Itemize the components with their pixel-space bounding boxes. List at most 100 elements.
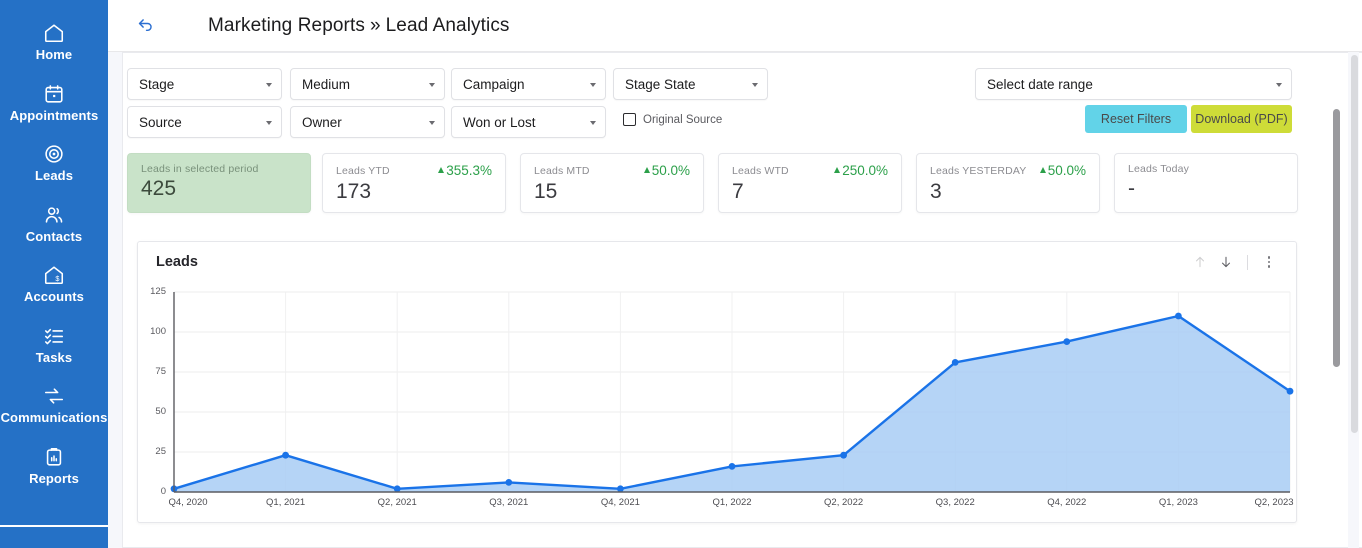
people-icon xyxy=(43,204,65,226)
x-axis-tick: Q2, 2023 xyxy=(1254,497,1294,508)
chevron-down-icon xyxy=(1276,82,1282,87)
kpi-delta-value: 50.0% xyxy=(651,163,690,178)
kpi-value: 173 xyxy=(336,180,372,203)
filter-label: Owner xyxy=(302,114,342,130)
kpi-value: 425 xyxy=(141,177,177,200)
filter-campaign[interactable]: Campaign xyxy=(451,68,606,100)
x-axis-tick: Q3, 2022 xyxy=(935,497,975,508)
arrow-up-icon xyxy=(1039,166,1046,173)
filter-label: Stage State xyxy=(625,76,696,92)
kpi-label: Leads MTD xyxy=(534,164,590,177)
y-axis-tick: 50 xyxy=(155,406,166,417)
chevron-down-icon xyxy=(266,120,272,125)
sidebar-item-appointments[interactable]: Appointments xyxy=(0,73,108,134)
sidebar-item-communications[interactable]: Communications xyxy=(0,375,108,436)
sidebar-item-label: Leads xyxy=(34,168,74,184)
breadcrumb: Marketing Reports» Lead Analytics xyxy=(208,15,510,37)
x-axis-tick: Q4, 2022 xyxy=(1047,497,1087,508)
chevron-down-icon xyxy=(590,82,596,87)
target-icon xyxy=(43,143,65,165)
chevron-down-icon xyxy=(590,120,596,125)
move-up-icon[interactable] xyxy=(1189,251,1211,273)
chart-plot-area[interactable]: 0 25 50 75 100 125 Q4, 2020 Q1, 2021 Q2, 2021 Q3… xyxy=(138,282,1296,520)
filter-label: Medium xyxy=(302,76,351,92)
kpi-value: - xyxy=(1128,177,1135,200)
page-scrollbar-thumb[interactable] xyxy=(1351,55,1358,433)
content-scroll-area[interactable]: Stage Medium Campaign Stage State Source… xyxy=(108,52,1362,548)
kpi-label: Leads Today xyxy=(1128,163,1190,175)
move-down-icon[interactable] xyxy=(1215,251,1237,273)
y-axis-tick: 75 xyxy=(155,366,166,377)
kpi-delta: 250.0% xyxy=(834,163,888,178)
filter-label: Campaign xyxy=(463,76,525,92)
house-dollar-icon: $ xyxy=(43,264,65,286)
x-axis-tick: Q2, 2022 xyxy=(824,497,864,508)
kpi-value: 15 xyxy=(534,180,558,203)
kpi-card-leads-mtd[interactable]: Leads MTD 50.0% 15 xyxy=(520,153,704,213)
y-axis-tick: 125 xyxy=(150,286,166,297)
kpi-card-leads-yesterday[interactable]: Leads YESTERDAY 50.0% 3 xyxy=(916,153,1100,213)
kpi-label: Leads in selected period xyxy=(141,163,259,175)
original-source-checkbox[interactable]: Original Source xyxy=(623,113,722,126)
sidebar-item-tasks[interactable]: Tasks xyxy=(0,315,108,376)
breadcrumb-current: Lead Analytics xyxy=(385,14,510,36)
y-axis-tick: 100 xyxy=(150,326,166,337)
main-area: Marketing Reports» Lead Analytics Stage M… xyxy=(108,0,1362,548)
reset-filters-button[interactable]: Reset Filters xyxy=(1085,105,1187,133)
kpi-delta: 50.0% xyxy=(643,163,690,178)
checklist-icon xyxy=(43,325,65,347)
x-axis-tick: Q3, 2021 xyxy=(489,497,529,508)
leads-area-chart xyxy=(170,291,1294,493)
back-button[interactable] xyxy=(130,11,160,41)
sidebar-item-label: Tasks xyxy=(35,349,73,365)
toolbar-divider xyxy=(1247,254,1248,270)
sidebar-item-home[interactable]: Home xyxy=(0,12,108,73)
home-icon xyxy=(43,22,65,44)
sidebar-item-label: Communications xyxy=(0,410,108,426)
calendar-icon xyxy=(43,83,65,105)
kpi-card-leads-ytd[interactable]: Leads YTD 355.3% 173 xyxy=(322,153,506,213)
filter-source[interactable]: Source xyxy=(127,106,282,138)
filter-stage-state[interactable]: Stage State xyxy=(613,68,768,100)
kpi-delta-value: 250.0% xyxy=(842,163,888,178)
date-range-picker[interactable]: Select date range xyxy=(975,68,1292,100)
filters-bar: Stage Medium Campaign Stage State Source… xyxy=(123,53,1362,145)
sidebar-item-label: Accounts xyxy=(23,289,85,305)
more-options-icon[interactable] xyxy=(1258,251,1280,273)
kpi-value: 3 xyxy=(930,180,942,203)
filter-stage[interactable]: Stage xyxy=(127,68,282,100)
chart-title: Leads xyxy=(156,254,198,270)
breadcrumb-parent[interactable]: Marketing Reports xyxy=(208,15,365,36)
x-axis-tick: Q4, 2020 xyxy=(168,497,208,508)
sidebar-item-label: Appointments xyxy=(9,107,99,123)
x-axis-tick: Q1, 2022 xyxy=(712,497,752,508)
arrow-up-icon xyxy=(834,166,841,173)
chevron-down-icon xyxy=(752,82,758,87)
app-root: Home Appointments Leads Contacts $ Accou… xyxy=(0,0,1362,548)
x-axis-tick: Q1, 2023 xyxy=(1158,497,1198,508)
y-axis-tick: 25 xyxy=(155,446,166,457)
sidebar-item-leads[interactable]: Leads xyxy=(0,133,108,194)
kpi-delta: 50.0% xyxy=(1039,163,1086,178)
x-axis-tick: Q4, 2021 xyxy=(600,497,640,508)
svg-text:$: $ xyxy=(55,274,59,283)
arrows-exchange-icon xyxy=(43,385,65,407)
arrow-up-icon xyxy=(438,166,445,173)
kpi-card-leads-today[interactable]: Leads Today - xyxy=(1114,153,1298,213)
filter-label: Source xyxy=(139,114,182,130)
download-pdf-button[interactable]: Download (PDF) xyxy=(1191,105,1292,133)
filter-medium[interactable]: Medium xyxy=(290,68,445,100)
leads-chart-card: Leads 0 25 50 75 100 125 Q4, 2020 Q1, 20… xyxy=(137,241,1297,523)
filter-won-or-lost[interactable]: Won or Lost xyxy=(451,106,606,138)
sidebar-item-reports[interactable]: Reports xyxy=(0,436,108,497)
kpi-card-leads-selected-period[interactable]: Leads in selected period 425 xyxy=(127,153,311,213)
kpi-card-leads-wtd[interactable]: Leads WTD 250.0% 7 xyxy=(718,153,902,213)
sidebar-item-contacts[interactable]: Contacts xyxy=(0,194,108,255)
sidebar-item-accounts[interactable]: $ Accounts xyxy=(0,254,108,315)
checkbox-icon[interactable] xyxy=(623,113,636,126)
breadcrumb-separator: » xyxy=(369,14,381,36)
filter-owner[interactable]: Owner xyxy=(290,106,445,138)
x-axis-tick: Q2, 2021 xyxy=(377,497,417,508)
sidebar-item-label: Home xyxy=(35,47,73,63)
inner-scrollbar-thumb[interactable] xyxy=(1333,109,1340,367)
